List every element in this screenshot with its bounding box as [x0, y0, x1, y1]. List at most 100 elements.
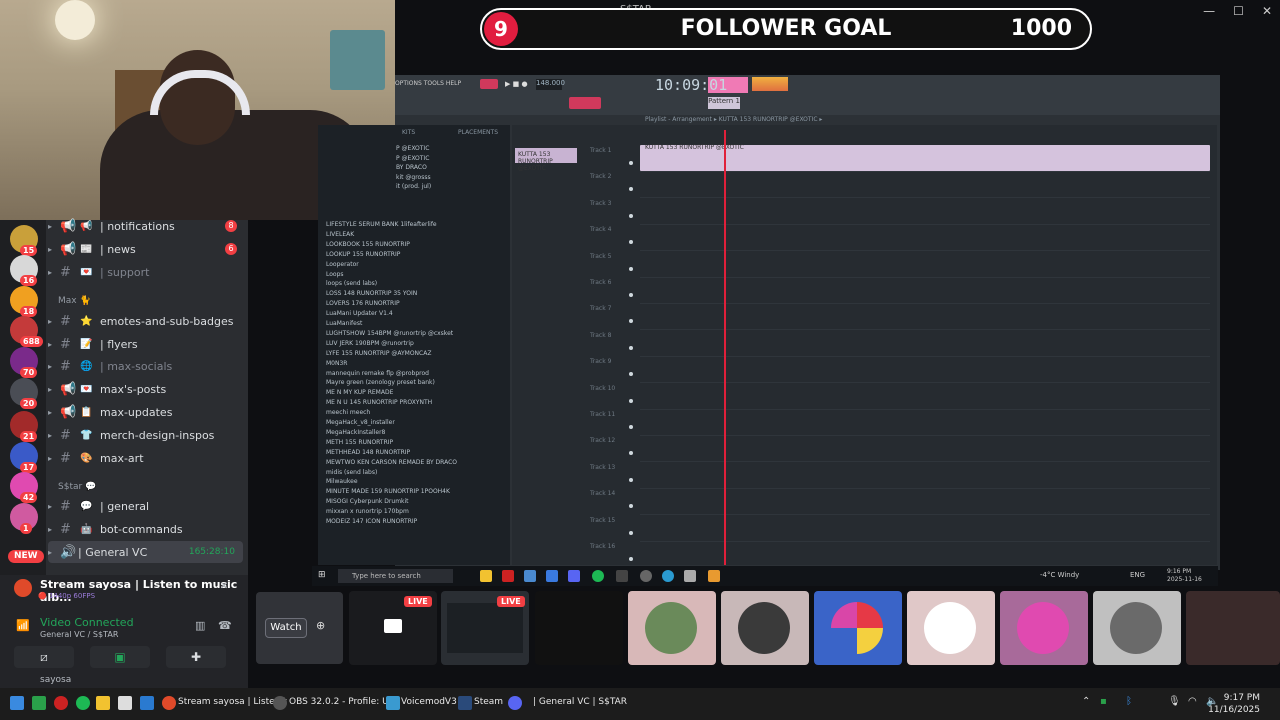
language[interactable]: ENG [1130, 571, 1145, 579]
search-box[interactable]: Type here to search [338, 569, 453, 583]
browser-item[interactable]: MINUTE MADE 159 RUNORTRIP 1POOH4K [326, 488, 450, 495]
track-label[interactable]: Track 16 [590, 543, 615, 550]
track-label[interactable]: Track 4 [590, 226, 611, 233]
browser-item[interactable]: ME N U 145 RUNORTRIP PROXYNTH [326, 399, 432, 406]
obs-icon[interactable] [640, 570, 652, 582]
chevron-right-icon[interactable]: ▸ [48, 362, 52, 371]
channel-10[interactable]: ▸ # 💬 | general [48, 495, 243, 517]
channel-4[interactable]: ▸ # 📝 | flyers [48, 333, 243, 355]
watch-button[interactable]: Watch [265, 618, 307, 638]
taskbar-item-3[interactable]: Steam [474, 697, 503, 707]
browser-item[interactable]: LOVERS 176 RUNORTRIP [326, 300, 400, 307]
track-mute-dot[interactable] [629, 477, 633, 482]
track-mute-dot[interactable] [629, 557, 633, 561]
track-label[interactable]: Track 5 [590, 253, 611, 260]
taskbar-item-2[interactable]: VoicemodV3 [401, 697, 457, 707]
stream-title[interactable]: Stream sayosa | Listen to music alb... [40, 578, 270, 604]
browser-item[interactable]: Milwaukee [326, 478, 358, 485]
browser-item[interactable]: LIVELEAK [326, 231, 354, 238]
pattern-selector[interactable]: Pattern 1 [708, 97, 740, 109]
play-icon[interactable]: ▶ ■ ● [505, 80, 528, 88]
browser-item[interactable]: M0N3R [326, 360, 347, 367]
maximize-icon[interactable]: ☐ [1233, 4, 1244, 18]
weather[interactable]: -4°C Windy [1040, 571, 1079, 579]
chevron-right-icon[interactable]: ▸ [48, 385, 52, 394]
wifi-icon[interactable]: ◠ [1188, 696, 1197, 707]
channel-8[interactable]: ▸ # 👕 merch-design-inspos [48, 424, 243, 446]
app-icon[interactable] [546, 570, 558, 582]
browser-item[interactable]: mannequin remake flp @probprod [326, 370, 429, 377]
browser-item[interactable]: METH 155 RUNORTRIP [326, 439, 393, 446]
track-mute-dot[interactable] [629, 213, 633, 218]
track-label[interactable]: Track 2 [590, 173, 611, 180]
channel-7[interactable]: ▸ 📢 📋 max-updates [48, 401, 243, 423]
track-label[interactable]: Track 11 [590, 411, 615, 418]
chevron-right-icon[interactable]: ▸ [48, 548, 52, 557]
browser-item[interactable]: ME N MY KUP REMADE [326, 389, 393, 396]
browser-item[interactable]: LYFE 155 RUNORTRIP @AYMONCAZ [326, 350, 431, 357]
chevron-right-icon[interactable]: ▸ [48, 268, 52, 277]
bpm-display[interactable]: 148.000 [536, 79, 565, 90]
track-mute-dot[interactable] [629, 345, 633, 350]
category-max[interactable]: Max 🐈 [58, 296, 91, 306]
chevron-right-icon[interactable]: ▸ [48, 454, 52, 463]
track-label[interactable]: Track 9 [590, 358, 611, 365]
taskbar-item-4[interactable]: | General VC | S$TAR [533, 697, 627, 707]
track-mute-dot[interactable] [629, 398, 633, 403]
track-mute-dot[interactable] [629, 161, 633, 165]
track-label[interactable]: Track 7 [590, 305, 611, 312]
track-label[interactable]: Track 8 [590, 332, 611, 339]
track-mute-dot[interactable] [629, 293, 633, 297]
track-label[interactable]: Track 12 [590, 437, 615, 444]
chevron-right-icon[interactable]: ▸ [48, 502, 52, 511]
minimize-icon[interactable]: — [1203, 4, 1215, 18]
browser-item[interactable]: MISOGI Cyberpunk Drumkit [326, 498, 409, 505]
track-label[interactable]: Track 10 [590, 385, 615, 392]
spotify-icon[interactable] [592, 570, 604, 582]
participant-tile-2[interactable] [721, 591, 809, 665]
browser-item[interactable]: MODEIZ 147 ICON RUNORTRIP [326, 518, 417, 525]
spotify-taskbar-icon[interactable] [76, 696, 90, 710]
chevron-right-icon[interactable]: ▸ [48, 222, 52, 231]
play-pat-button[interactable] [480, 79, 498, 89]
track-label[interactable]: Track 1 [590, 147, 611, 154]
channel-2[interactable]: ▸ # 💌 | support [48, 261, 243, 283]
app3-icon[interactable] [684, 570, 696, 582]
xbox-icon[interactable] [32, 696, 46, 710]
chevron-right-icon[interactable]: ▸ [48, 245, 52, 254]
browser-item[interactable]: LuaMani Updater V1.4 [326, 310, 393, 317]
record-button[interactable] [569, 97, 601, 109]
browser-item[interactable]: LUGHTSHOW 154BPM @runortrip @cxsket [326, 330, 453, 337]
taskbar-item-1[interactable]: OBS 32.0.2 - Profile: Unt [289, 697, 398, 707]
bluetooth-icon[interactable]: ᛒ [1126, 696, 1132, 707]
browser-item[interactable]: MegaHack_v8_installer [326, 419, 395, 426]
browser-item[interactable]: P @EXOTIC [396, 155, 429, 162]
chevron-right-icon[interactable]: ▸ [48, 317, 52, 326]
explorer-icon[interactable] [480, 570, 492, 582]
browser-item[interactable]: MEWTWO KEN CARSON REMADE BY DRACO [326, 459, 457, 466]
category-star[interactable]: S$tar 💬 [58, 482, 96, 492]
chevron-right-icon[interactable]: ▸ [48, 340, 52, 349]
track-mute-dot[interactable] [629, 425, 633, 429]
browser-item[interactable]: loops (send labs) [326, 280, 377, 287]
browser-item[interactable]: BY DRACO [396, 164, 427, 171]
track-label[interactable]: Track 13 [590, 464, 615, 471]
channel-5[interactable]: ▸ # 🌐 | max-socials [48, 355, 243, 377]
participant-tile-3[interactable] [814, 591, 902, 665]
channel-0[interactable]: ▸ 📢 📢 | notifications 8 [48, 215, 243, 237]
disconnect-icon[interactable]: ☎ [218, 619, 232, 632]
participant-tile-1[interactable] [628, 591, 716, 665]
playhead[interactable] [724, 130, 726, 565]
browser-item[interactable]: Looperator [326, 261, 359, 268]
browser-item[interactable]: LUV JERK 190BPM @runortrip [326, 340, 414, 347]
browser-item[interactable]: it (prod. jul) [396, 183, 431, 190]
vc-channel[interactable]: General VC / S$TAR [40, 630, 118, 639]
participant-tile-7[interactable] [1186, 591, 1280, 665]
browser-item[interactable]: LuaManifest [326, 320, 362, 327]
browser-item[interactable]: LOSS 148 RUNORTRIP 35 YOIN [326, 290, 417, 297]
app2-icon[interactable] [616, 570, 628, 582]
start-icon[interactable] [10, 696, 24, 710]
tray-chevron-icon[interactable]: ⌃ [1082, 696, 1090, 707]
mic-icon[interactable]: 🎙 [1168, 696, 1181, 707]
close-stream-icon[interactable]: ✕ [220, 581, 228, 592]
